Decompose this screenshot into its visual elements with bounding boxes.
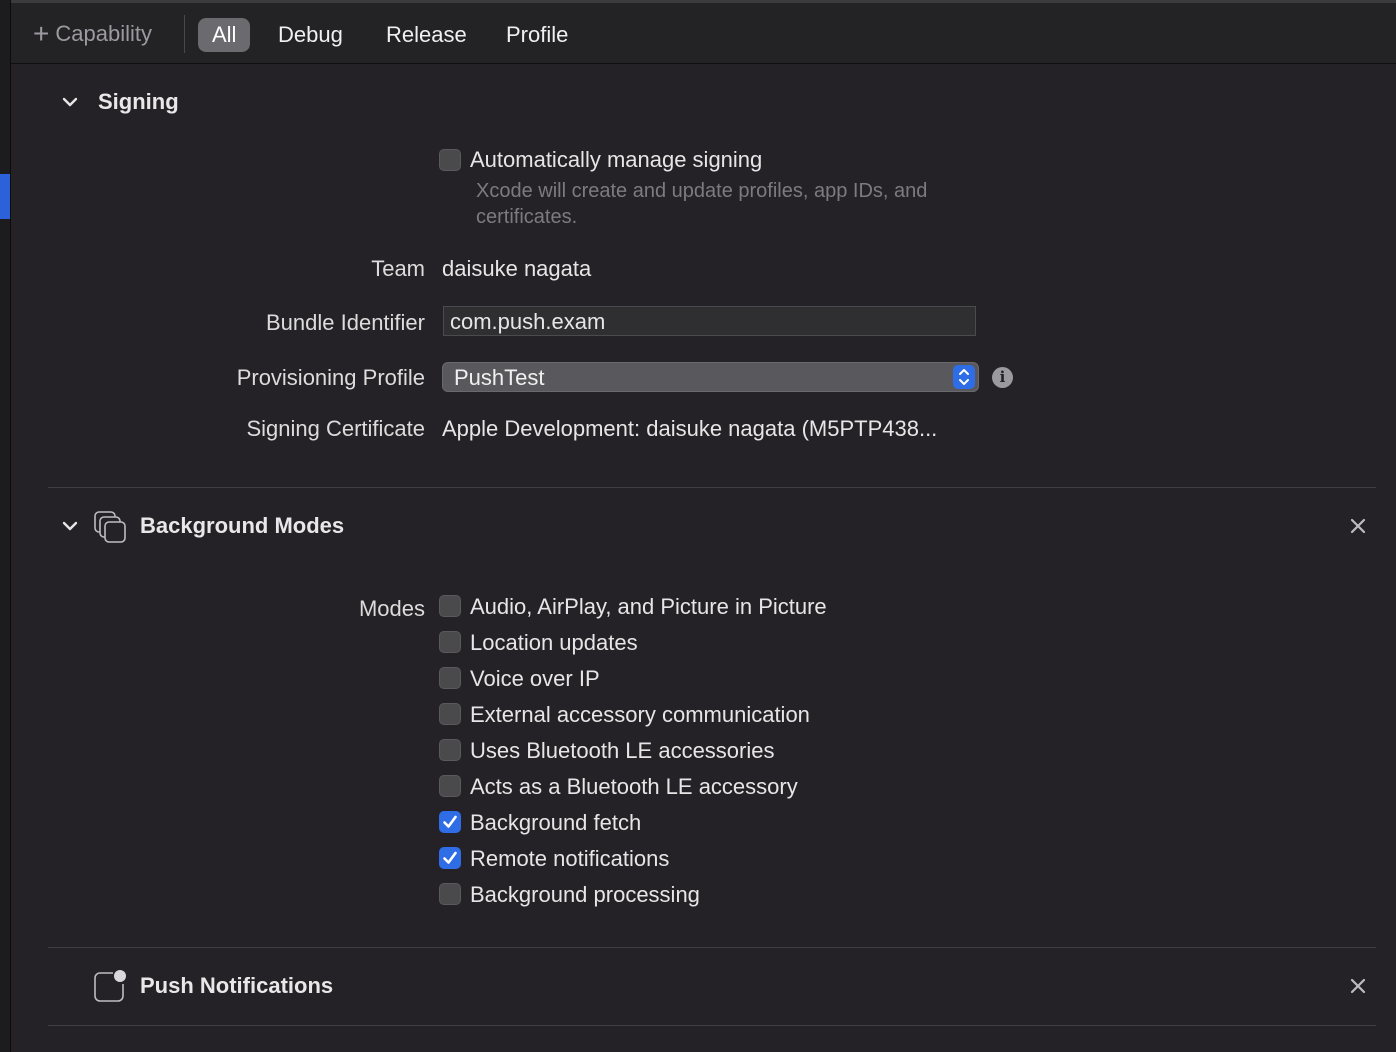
mode-checkbox[interactable] [439, 703, 461, 725]
checkmark-icon [443, 851, 457, 864]
mode-checkbox[interactable] [439, 595, 461, 617]
mode-checkbox[interactable] [439, 667, 461, 689]
stacked-windows-icon [93, 508, 129, 549]
auto-manage-hint: Xcode will create and update profiles, a… [476, 180, 928, 228]
selected-target-indicator [0, 174, 10, 219]
mode-label: Acts as a Bluetooth LE accessory [470, 774, 798, 799]
team-label: Team [371, 256, 425, 281]
mode-checkbox[interactable] [439, 883, 461, 905]
mode-checkbox[interactable] [439, 775, 461, 797]
mode-checkbox[interactable] [439, 811, 461, 833]
capabilities-toolbar: + Capability All Debug Release Profile [11, 3, 1396, 64]
tab-profile[interactable]: Profile [492, 18, 582, 52]
close-icon[interactable] [1349, 977, 1367, 995]
provisioning-profile-label: Provisioning Profile [236, 365, 425, 390]
info-icon[interactable]: i [992, 367, 1013, 388]
mode-label: Audio, AirPlay, and Picture in Picture [470, 594, 827, 619]
tab-release[interactable]: Release [372, 18, 481, 52]
section-divider [48, 1025, 1376, 1026]
mode-checkbox[interactable] [439, 847, 461, 869]
tab-debug[interactable]: Debug [264, 18, 357, 52]
signing-certificate-label: Signing Certificate [246, 416, 425, 441]
mode-label: Location updates [470, 630, 638, 655]
plus-icon: + [33, 18, 50, 49]
mode-label: Background fetch [470, 810, 642, 835]
background-modes-title: Background Modes [140, 513, 345, 538]
auto-manage-signing-label: Automatically manage signing [470, 147, 763, 172]
chevron-down-icon [62, 521, 78, 531]
section-divider [48, 947, 1376, 948]
signing-certificate-value: Apple Development: daisuke nagata (M5PTP… [442, 416, 938, 441]
mode-label: Remote notifications [470, 846, 670, 871]
background-modes-disclosure[interactable] [62, 518, 78, 534]
close-icon[interactable] [1349, 517, 1367, 535]
mode-label: External accessory communication [470, 702, 810, 727]
mode-label: Background processing [470, 882, 700, 907]
mode-checkbox[interactable] [439, 631, 461, 653]
mode-label: Uses Bluetooth LE accessories [470, 738, 775, 763]
bundle-identifier-label: Bundle Identifier [266, 310, 425, 335]
signing-title: Signing [98, 89, 179, 114]
add-capability-button[interactable]: + Capability [33, 18, 152, 50]
auto-manage-signing-checkbox[interactable] [439, 149, 461, 171]
mode-label: Voice over IP [470, 666, 600, 691]
signing-disclosure[interactable] [62, 94, 78, 110]
toolbar-separator [184, 15, 185, 53]
provisioning-profile-popup[interactable]: PushTest [442, 362, 979, 392]
bundle-identifier-value: com.push.exam [450, 309, 606, 334]
chevron-down-icon [62, 97, 78, 107]
popup-arrows-icon [953, 365, 975, 389]
tab-all[interactable]: All [198, 18, 251, 52]
modes-label: Modes [358, 596, 425, 621]
provisioning-profile-value: PushTest [454, 365, 545, 390]
team-value: daisuke nagata [442, 256, 592, 281]
section-divider [48, 487, 1376, 488]
checkmark-icon [443, 815, 457, 828]
bundle-identifier-field[interactable]: com.push.exam [443, 306, 976, 336]
navigator-edge [0, 0, 11, 1052]
add-capability-label: Capability [55, 21, 152, 46]
push-notifications-title: Push Notifications [140, 973, 334, 998]
notification-badge-icon [93, 968, 129, 1009]
mode-checkbox[interactable] [439, 739, 461, 761]
